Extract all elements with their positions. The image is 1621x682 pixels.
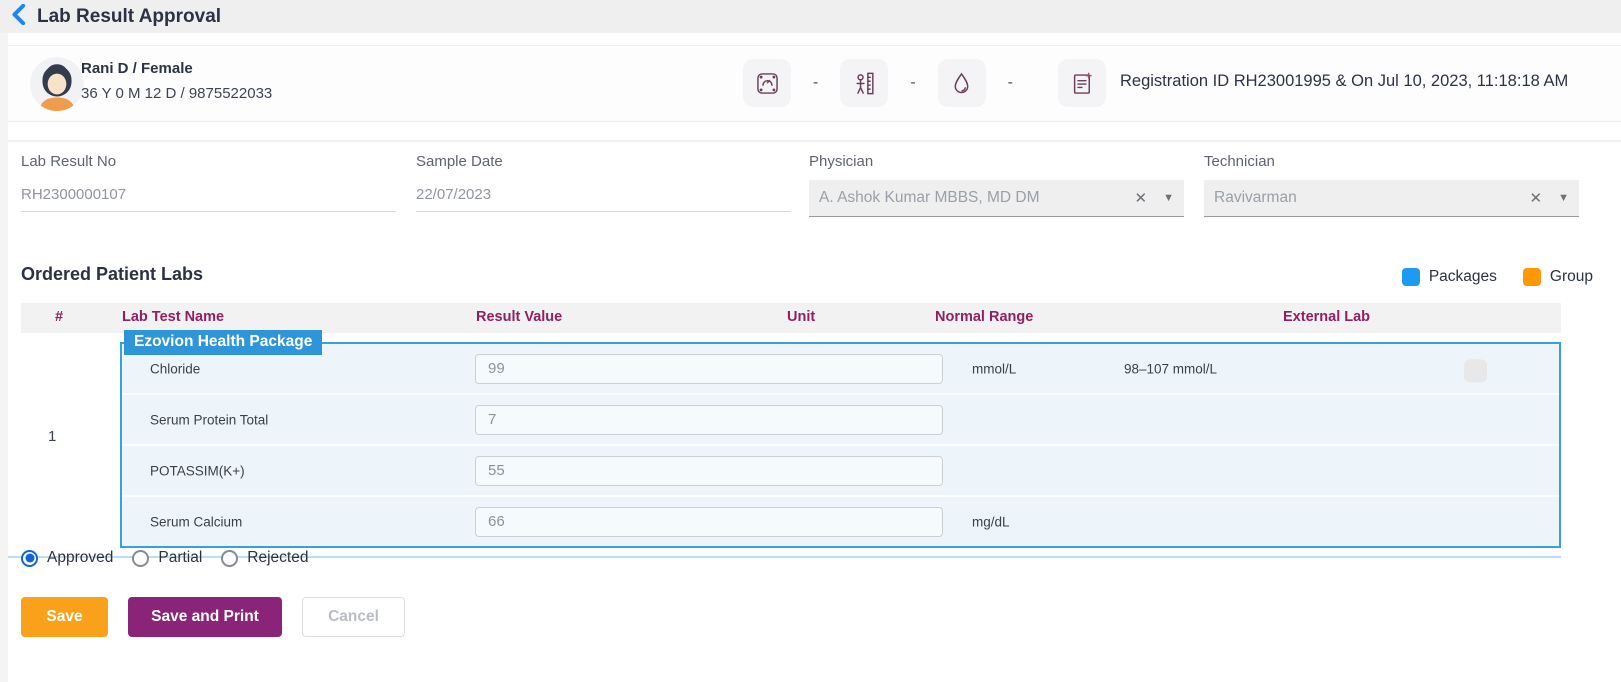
table-row: POTASSIM(K+) xyxy=(122,444,1559,495)
legend-packages: Packages xyxy=(1402,268,1497,286)
save-button[interactable]: Save xyxy=(21,597,108,637)
patient-vitals: - - - xyxy=(743,59,1035,107)
registration-info: Registration ID RH23001995 & On Jul 10, … xyxy=(1120,72,1568,91)
table-row: Serum Protein Total xyxy=(122,393,1559,444)
approval-status-group: Approved Partial Rejected xyxy=(21,549,308,567)
clear-icon[interactable]: ✕ xyxy=(1135,189,1148,207)
technician-select[interactable]: Ravivarman ✕ ▼ xyxy=(1204,180,1579,217)
col-result-value: Result Value xyxy=(476,309,562,325)
page-title: Lab Result Approval xyxy=(37,6,221,28)
col-row-no: # xyxy=(55,309,63,325)
lab-result-no-value[interactable]: RH2300000107 xyxy=(21,186,396,212)
radio-approved[interactable]: Approved xyxy=(21,549,113,567)
height-scale-icon xyxy=(840,59,888,107)
sample-date-value[interactable]: 22/07/2023 xyxy=(416,186,791,212)
chevron-down-icon[interactable]: ▼ xyxy=(1558,192,1569,204)
blood-drop-icon xyxy=(938,59,986,107)
technician-field: Technician Ravivarman ✕ ▼ xyxy=(1204,153,1579,217)
patient-info-bar: Rani D / Female 36 Y 0 M 12 D / 98755220… xyxy=(8,45,1621,122)
legend: Packages Group xyxy=(1402,268,1593,286)
col-normal-range: Normal Range xyxy=(935,309,1033,325)
test-normal-range: 98–107 mmol/L xyxy=(1124,361,1217,376)
title-bar: Lab Result Approval xyxy=(0,0,1621,33)
group-swatch xyxy=(1523,268,1541,286)
radio-icon[interactable] xyxy=(21,550,38,567)
action-buttons: Save Save and Print Cancel xyxy=(21,597,405,637)
radio-icon[interactable] xyxy=(221,550,238,567)
external-lab-checkbox[interactable] xyxy=(1464,359,1487,382)
group-row-number: 1 xyxy=(48,428,56,445)
col-external-lab: External Lab xyxy=(1283,309,1370,325)
sample-date-label: Sample Date xyxy=(416,153,791,170)
result-value-input[interactable] xyxy=(475,354,943,384)
legend-group: Group xyxy=(1523,268,1593,286)
package-group-box: Ezovion Health Package Chloride mmol/L 9… xyxy=(120,342,1561,548)
ordered-patient-labs-title: Ordered Patient Labs xyxy=(21,264,203,285)
lab-result-approval-page: Lab Result Approval Rani D / Female 36 Y… xyxy=(0,0,1621,682)
physician-value: A. Ashok Kumar MBBS, MD DM xyxy=(819,189,1135,207)
height-value: - xyxy=(910,74,915,92)
test-name: POTASSIM(K+) xyxy=(150,463,245,478)
radio-rejected[interactable]: Rejected xyxy=(221,549,308,567)
registration-doc-icon xyxy=(1058,59,1106,107)
result-value-input[interactable] xyxy=(475,456,943,486)
sample-date-field: Sample Date 22/07/2023 xyxy=(416,153,791,212)
result-value-input[interactable] xyxy=(475,507,943,537)
radio-partial[interactable]: Partial xyxy=(132,549,202,567)
physician-select[interactable]: A. Ashok Kumar MBBS, MD DM ✕ ▼ xyxy=(809,180,1184,217)
patient-age-phone: 36 Y 0 M 12 D / 9875522033 xyxy=(81,85,272,102)
technician-value: Ravivarman xyxy=(1214,189,1530,207)
back-button[interactable] xyxy=(11,4,26,30)
radio-icon[interactable] xyxy=(132,550,149,567)
technician-label: Technician xyxy=(1204,153,1579,170)
lab-result-no-label: Lab Result No xyxy=(21,153,396,170)
col-unit: Unit xyxy=(787,309,815,325)
patient-name: Rani D / Female xyxy=(81,60,193,77)
col-lab-test-name: Lab Test Name xyxy=(122,309,224,325)
test-unit: mmol/L xyxy=(972,361,1016,376)
result-value-input[interactable] xyxy=(475,405,943,435)
test-unit: mg/dL xyxy=(972,514,1010,529)
physician-label: Physician xyxy=(809,153,1184,170)
test-name: Serum Protein Total xyxy=(150,412,268,427)
left-gutter xyxy=(0,33,8,682)
weight-scale-icon xyxy=(743,59,791,107)
chevron-left-icon xyxy=(11,4,26,30)
physician-field: Physician A. Ashok Kumar MBBS, MD DM ✕ ▼ xyxy=(809,153,1184,217)
patient-avatar xyxy=(30,57,84,111)
lab-result-no-field: Lab Result No RH2300000107 xyxy=(21,153,396,212)
test-name: Chloride xyxy=(150,361,200,376)
test-name: Serum Calcium xyxy=(150,514,242,529)
save-and-print-button[interactable]: Save and Print xyxy=(128,597,282,637)
chevron-down-icon[interactable]: ▼ xyxy=(1163,192,1174,204)
weight-value: - xyxy=(813,74,818,92)
packages-swatch xyxy=(1402,268,1420,286)
table-row: Chloride mmol/L 98–107 mmol/L xyxy=(122,344,1559,393)
blood-group-value: - xyxy=(1008,74,1013,92)
section-divider xyxy=(8,140,1621,142)
labs-table-header: # Lab Test Name Result Value Unit Normal… xyxy=(21,303,1561,333)
cancel-button[interactable]: Cancel xyxy=(302,597,405,637)
table-row: Serum Calcium mg/dL xyxy=(122,495,1559,546)
clear-icon[interactable]: ✕ xyxy=(1530,189,1543,207)
